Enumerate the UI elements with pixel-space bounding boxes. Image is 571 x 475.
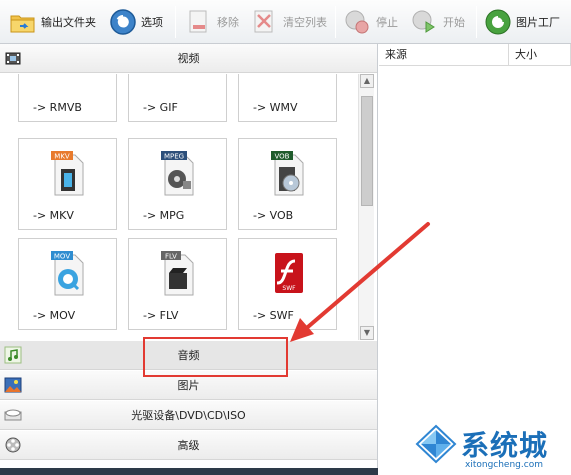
- output-folder-button[interactable]: 输出文件夹: [8, 4, 96, 40]
- flv-file-icon: FLV: [159, 249, 199, 299]
- format-rmvb-label: -> RMVB: [33, 101, 82, 114]
- remove-label: 移除: [217, 16, 239, 29]
- disc-drive-icon: [4, 406, 22, 424]
- film-icon: [4, 49, 22, 67]
- category-video-label: 视频: [177, 52, 200, 65]
- toolbar-separator: [175, 6, 176, 38]
- remove-button[interactable]: 移除: [184, 4, 239, 40]
- stop-button[interactable]: 停止: [343, 4, 398, 40]
- picture-factory-button[interactable]: 图片工厂: [483, 4, 560, 40]
- format-mpg[interactable]: MPEG -> MPG: [128, 138, 227, 230]
- mpeg-file-icon: MPEG: [159, 149, 199, 199]
- start-icon: [410, 7, 440, 37]
- output-folder-label: 输出文件夹: [41, 16, 96, 29]
- svg-text:FLV: FLV: [165, 253, 177, 261]
- category-video[interactable]: 视频: [0, 44, 377, 73]
- category-picture-label: 图片: [177, 379, 200, 392]
- format-mkv[interactable]: MKV -> MKV: [18, 138, 117, 230]
- column-header-size[interactable]: 大小: [509, 44, 571, 66]
- format-grid-scrollbar[interactable]: ▲ ▼: [358, 74, 374, 340]
- toolbar-separator: [335, 6, 336, 38]
- swf-file-icon: SWF: [269, 249, 309, 299]
- format-mov-label: -> MOV: [33, 309, 76, 322]
- watermark-url: xitongcheng.com: [465, 460, 543, 470]
- vob-file-icon: VOB: [269, 149, 309, 199]
- format-wmv[interactable]: -> WMV: [238, 74, 337, 122]
- stop-label: 停止: [376, 16, 398, 29]
- toolbar-separator: [476, 6, 477, 38]
- format-gif-label: -> GIF: [143, 101, 178, 114]
- clear-list-button[interactable]: 清空列表: [250, 4, 327, 40]
- format-mov[interactable]: MOV -> MOV: [18, 238, 117, 330]
- toolbar: 输出文件夹 选项 移除 清空列表 停止 开始 图片工厂: [0, 0, 571, 44]
- file-list-panel: 来源 大小: [379, 44, 571, 475]
- format-swf-label: -> SWF: [253, 309, 294, 322]
- category-advanced-label: 高级: [177, 439, 200, 452]
- watermark-brand: 系统城: [461, 429, 549, 462]
- category-rom-label: 光驱设备\DVD\CD\ISO: [131, 409, 246, 422]
- clear-list-label: 清空列表: [283, 16, 327, 29]
- format-flv-label: -> FLV: [143, 309, 179, 322]
- scrollbar-thumb[interactable]: [361, 96, 373, 206]
- svg-text:MKV: MKV: [54, 153, 70, 161]
- folder-icon: [8, 7, 38, 37]
- stop-icon: [343, 7, 373, 37]
- svg-text:SWF: SWF: [282, 285, 296, 292]
- scroll-down-arrow-icon[interactable]: ▼: [360, 326, 374, 340]
- picture-icon: [4, 376, 22, 394]
- svg-text:MPEG: MPEG: [164, 153, 184, 161]
- format-grid: -> RMVB -> GIF -> WMV MKV -> MKV MPEG ->…: [0, 74, 360, 340]
- start-button[interactable]: 开始: [410, 4, 465, 40]
- task-panel: 视频 -> RMVB -> GIF -> WMV MKV -> MKV MPEG…: [0, 44, 378, 475]
- svg-text:MOV: MOV: [54, 253, 70, 261]
- start-label: 开始: [443, 16, 465, 29]
- category-rom-device[interactable]: 光驱设备\DVD\CD\ISO: [0, 401, 377, 430]
- remove-icon: [184, 7, 214, 37]
- options-gear-icon: [108, 7, 138, 37]
- options-button[interactable]: 选项: [108, 4, 163, 40]
- mov-file-icon: MOV: [49, 249, 89, 299]
- picture-factory-label: 图片工厂: [516, 16, 560, 29]
- clear-list-icon: [250, 7, 280, 37]
- svg-text:VOB: VOB: [275, 153, 290, 161]
- mkv-file-icon: MKV: [49, 149, 89, 199]
- category-advanced[interactable]: 高级: [0, 431, 377, 460]
- format-flv[interactable]: FLV -> FLV: [128, 238, 227, 330]
- scroll-up-arrow-icon[interactable]: ▲: [360, 74, 374, 88]
- format-mpg-label: -> MPG: [143, 209, 185, 222]
- format-vob[interactable]: VOB -> VOB: [238, 138, 337, 230]
- audio-highlight-box: [143, 337, 288, 377]
- watermark: 系统城 xitongcheng.com: [413, 420, 571, 475]
- format-vob-label: -> VOB: [253, 209, 294, 222]
- taskbar-strip: [0, 468, 378, 475]
- format-mkv-label: -> MKV: [33, 209, 74, 222]
- windows-logo-icon: [415, 424, 457, 464]
- options-label: 选项: [141, 16, 163, 29]
- format-swf[interactable]: SWF -> SWF: [238, 238, 337, 330]
- column-header-source[interactable]: 来源: [379, 44, 509, 66]
- format-gif[interactable]: -> GIF: [128, 74, 227, 122]
- format-rmvb[interactable]: -> RMVB: [18, 74, 117, 122]
- picture-factory-icon: [483, 7, 513, 37]
- music-note-icon: [4, 346, 22, 364]
- format-wmv-label: -> WMV: [253, 101, 298, 114]
- advanced-reel-icon: [4, 436, 22, 454]
